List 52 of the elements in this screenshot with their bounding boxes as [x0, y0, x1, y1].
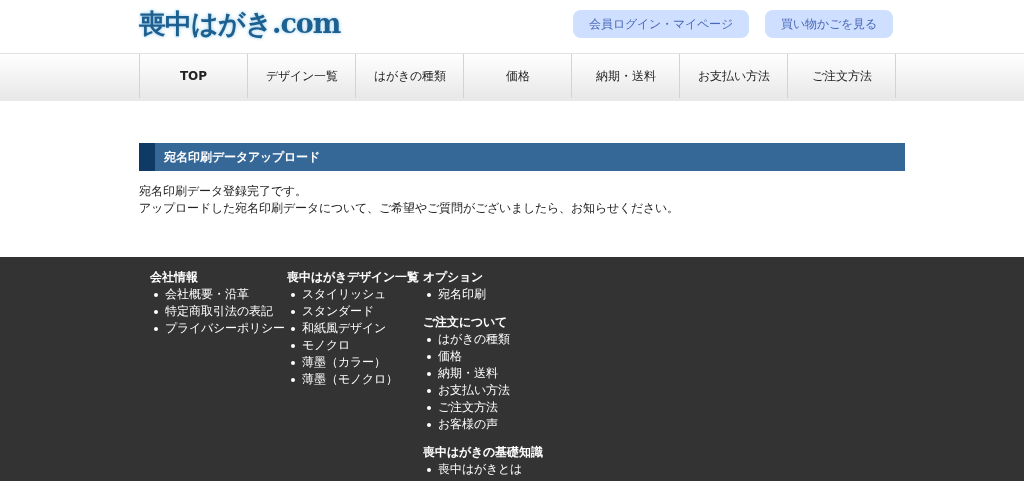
nav-item[interactable]: デザイン一覧 — [247, 54, 355, 98]
bullet-icon — [291, 309, 295, 314]
footer-link[interactable]: はがきの種類 — [438, 331, 510, 348]
footer-link[interactable]: お客様の声 — [438, 416, 498, 433]
header-button[interactable]: 買い物かごを見る — [765, 10, 893, 38]
nav-item[interactable]: はがきの種類 — [355, 54, 463, 98]
footer-heading: オプション — [423, 269, 484, 286]
footer-link[interactable]: 薄墨（カラー） — [302, 354, 386, 371]
nav-item[interactable]: ご注文方法 — [787, 54, 896, 98]
bullet-icon — [154, 309, 158, 314]
section-title: 宛名印刷データアップロード — [164, 148, 320, 166]
footer-link[interactable]: 納期・送料 — [438, 365, 498, 382]
bullet-icon — [291, 292, 295, 297]
nav-item[interactable]: TOP — [139, 54, 247, 98]
footer-link[interactable]: 宛名印刷 — [438, 286, 486, 303]
footer-link[interactable]: 喪中はがきとは — [438, 461, 522, 478]
bullet-icon — [427, 467, 431, 472]
bullet-icon — [427, 292, 431, 297]
nav-item[interactable]: お支払い方法 — [679, 54, 787, 98]
bullet-icon — [427, 405, 431, 410]
footer-link[interactable]: 薄墨（モノクロ） — [302, 371, 398, 388]
bullet-icon — [427, 337, 431, 342]
message-text: アップロードした宛名印刷データについて、ご希望やご質問がございましたら、お知らせください。 — [139, 200, 680, 217]
bullet-icon — [154, 326, 158, 331]
bullet-icon — [154, 292, 158, 297]
bullet-icon — [427, 422, 431, 427]
footer-heading: ご注文について — [423, 314, 508, 331]
footer-heading: 会社情報 — [150, 269, 199, 286]
footer-link[interactable]: 価格 — [438, 348, 462, 365]
nav-item[interactable]: 価格 — [463, 54, 571, 98]
footer-link[interactable]: 和紙風デザイン — [302, 320, 386, 337]
bullet-icon — [291, 377, 295, 382]
bullet-icon — [291, 343, 295, 348]
nav-item[interactable]: 納期・送料 — [571, 54, 679, 98]
bullet-icon — [427, 371, 431, 376]
footer-link[interactable]: モノクロ — [302, 337, 350, 354]
header-button[interactable]: 会員ログイン・マイページ — [573, 10, 749, 38]
footer-link[interactable]: 特定商取引法の表記 — [165, 303, 273, 320]
footer-heading: 喪中はがきデザイン一覧 — [287, 269, 420, 286]
footer-link[interactable]: スタイリッシュ — [302, 286, 386, 303]
footer-heading: 喪中はがきの基礎知識 — [423, 444, 543, 461]
footer-link[interactable]: ご注文方法 — [438, 399, 498, 416]
message-text: 宛名印刷データ登録完了です。 — [139, 183, 308, 200]
bullet-icon — [291, 326, 295, 331]
bullet-icon — [427, 388, 431, 393]
footer-link[interactable]: お支払い方法 — [438, 382, 510, 399]
bullet-icon — [291, 360, 295, 365]
footer-link[interactable]: プライバシーポリシー — [165, 320, 285, 337]
footer-link[interactable]: スタンダード — [302, 303, 374, 320]
bullet-icon — [427, 354, 431, 359]
footer-link[interactable]: 会社概要・沿革 — [165, 286, 249, 303]
site-logo[interactable]: 喪中はがき.com — [139, 6, 341, 42]
